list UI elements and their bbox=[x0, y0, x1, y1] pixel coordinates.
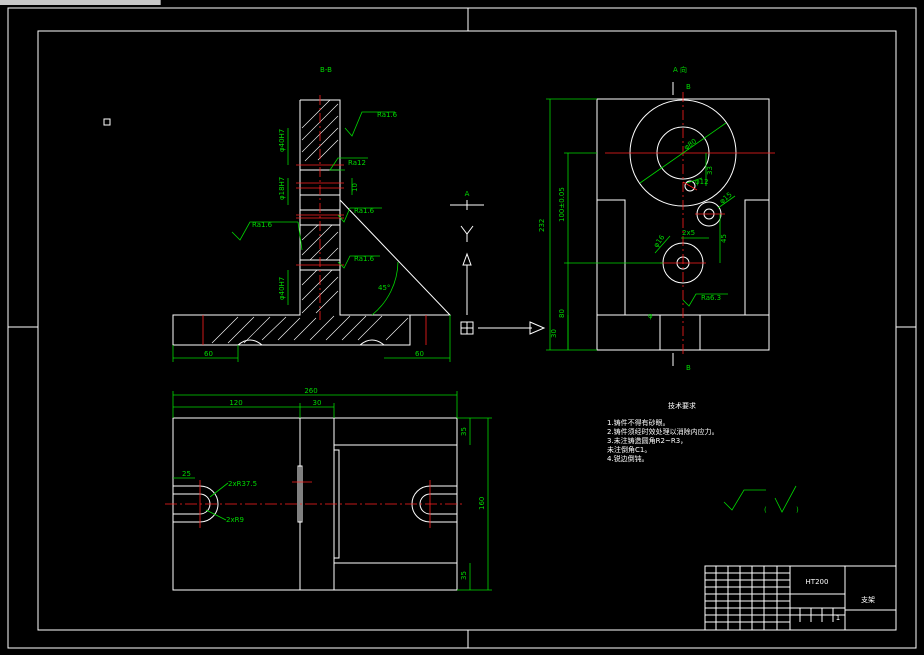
dim-diam-1: φ40H7 bbox=[278, 129, 286, 152]
dim-a-45: 45 bbox=[720, 234, 728, 243]
ra-mark-1: Ra1.6 bbox=[377, 111, 398, 119]
dim-diam-2: φ18H7 bbox=[278, 177, 286, 200]
dim-a-16: φ16 bbox=[652, 233, 667, 249]
arrow-a-label: A bbox=[465, 190, 470, 198]
surface-marks-bb: Ra1.6 Ra12 Ra1.6 Ra1.6 Ra1.6 bbox=[231, 111, 398, 269]
ra-mark-3: Ra1.6 bbox=[354, 207, 375, 215]
dim-a-33: 33 bbox=[706, 166, 714, 175]
cad-drawing-canvas[interactable]: B-B 45° φ40H7 φ18H7 φ40H7 10 60 60 Ra1.6… bbox=[0, 0, 924, 655]
technical-notes: 技术要求 1.铸件不得有砂眼。 2.铸件须经时效处理以消除内应力。 3.未注铸造… bbox=[607, 401, 719, 463]
dim-slot-25: 25 bbox=[182, 470, 191, 478]
scale-cell: 1 bbox=[836, 614, 840, 622]
dim-a-12: φ12 bbox=[695, 178, 709, 186]
title-block: HT200 支架 1 bbox=[704, 565, 897, 631]
ra-mark-6: Ra6.3 bbox=[701, 294, 721, 302]
dim-a-125: φ15 bbox=[718, 191, 734, 206]
dim-10: 10 bbox=[351, 183, 359, 192]
ra-mark-5: Ra1.6 bbox=[354, 255, 375, 263]
dim-a-21: 2x5 bbox=[682, 229, 695, 237]
note-item-2: 2.铸件须经时效处理以消除内应力。 bbox=[607, 427, 719, 436]
ra-mark-4: Ra1.6 bbox=[252, 221, 273, 229]
dim-mid-30: 30 bbox=[313, 399, 322, 407]
view-a-label: A 向 bbox=[673, 65, 687, 74]
view-a: A 向 B B 232 100±0.05 80 30 45 33 φ80 φ12… bbox=[538, 65, 775, 372]
dim-a-small: φ bbox=[648, 312, 653, 320]
dim-left-120: 120 bbox=[229, 399, 242, 407]
dim-right-35-top: 35 bbox=[460, 427, 468, 436]
notes-title: 技术要求 bbox=[668, 401, 696, 410]
dim-a-30: 30 bbox=[550, 329, 558, 338]
dim-diam-3: φ40H7 bbox=[278, 277, 286, 300]
section-view-bb: B-B 45° φ40H7 φ18H7 φ40H7 10 60 60 Ra1.6… bbox=[172, 66, 452, 362]
note-item-4: 未注倒角C1。 bbox=[607, 445, 651, 454]
dim-r9: 2xR9 bbox=[226, 516, 244, 524]
note-item-1: 1.铸件不得有砂眼。 bbox=[607, 418, 670, 427]
ra-mark-2: Ra12 bbox=[348, 159, 366, 167]
dim-a-k: 100±0.05 bbox=[558, 187, 566, 222]
dim-a-80: 80 bbox=[558, 309, 566, 318]
part-name-label: 支架 bbox=[861, 595, 875, 604]
note-item-3: 3.未注铸造圆角R2~R3， bbox=[607, 436, 687, 445]
top-view: 260 120 30 25 2xR37.5 2xR9 35 35 160 bbox=[165, 387, 492, 591]
dim-base-60-left: 60 bbox=[204, 350, 213, 358]
paren-open: ( bbox=[764, 506, 767, 514]
dim-base-60-right: 60 bbox=[415, 350, 424, 358]
note-item-5: 4.锐边倒钝。 bbox=[607, 454, 649, 463]
cut-b-bottom: B bbox=[686, 364, 691, 372]
dim-a-phi: φ80 bbox=[683, 137, 699, 151]
roughness-symbol: ( ) bbox=[723, 485, 799, 514]
dim-height-160: 160 bbox=[478, 497, 486, 510]
material-label: HT200 bbox=[806, 578, 829, 586]
dim-right-35-bottom: 35 bbox=[460, 571, 468, 580]
angle-45-label: 45° bbox=[378, 284, 390, 292]
cut-b-top: B bbox=[686, 83, 691, 91]
paren-close: ) bbox=[796, 506, 799, 514]
section-label: B-B bbox=[320, 66, 332, 74]
view-arrow-a: A bbox=[450, 190, 546, 335]
dim-overall-width: 260 bbox=[304, 387, 317, 395]
dim-a-232: 232 bbox=[538, 219, 546, 232]
dim-r375: 2xR37.5 bbox=[228, 480, 257, 488]
section-hatch bbox=[211, 99, 409, 344]
